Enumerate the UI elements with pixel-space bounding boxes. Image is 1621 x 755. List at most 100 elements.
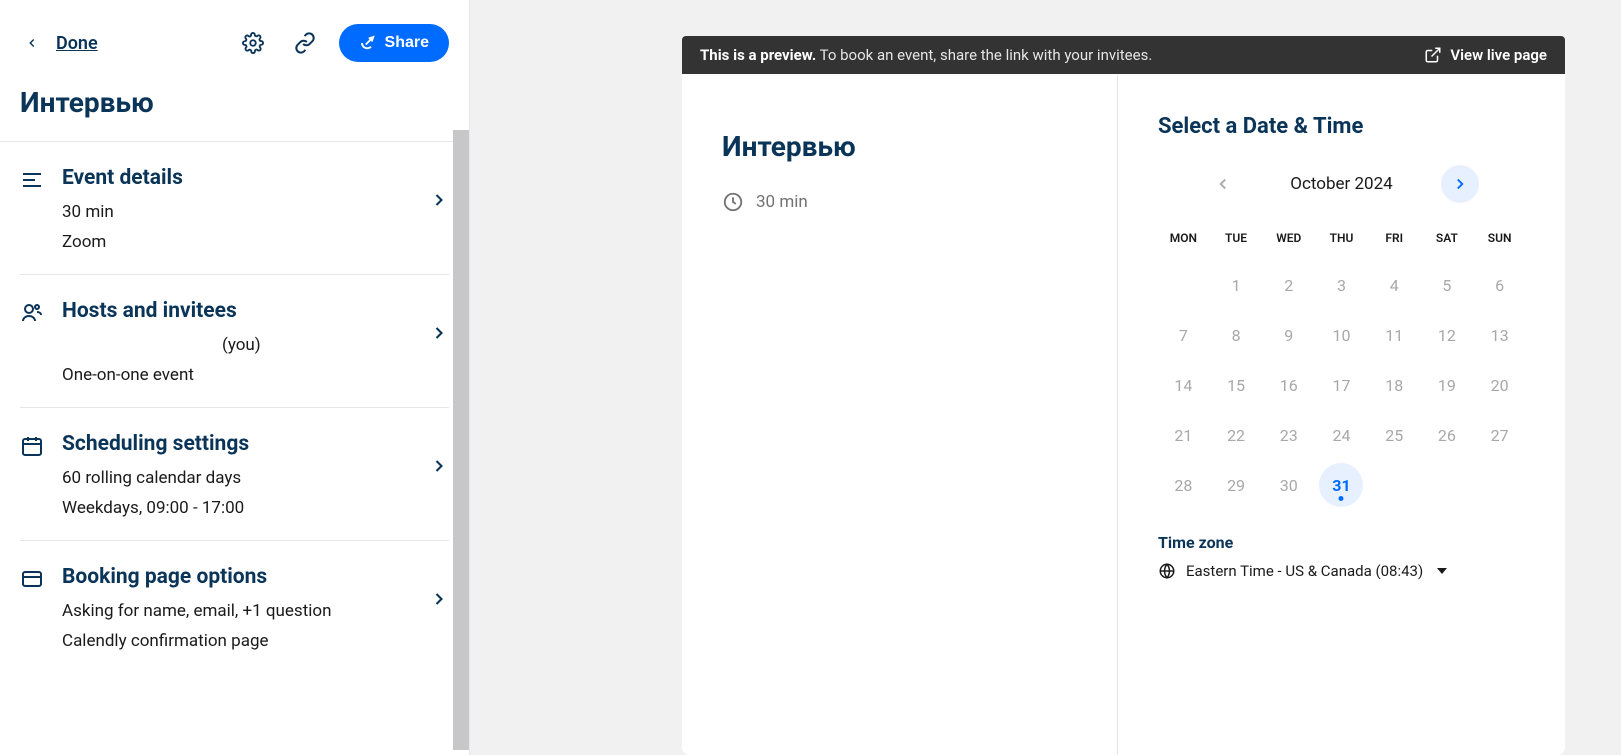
day-of-week: FRI [1369,223,1420,257]
view-live-link[interactable]: View live page [1424,46,1547,64]
calendar-day-disabled: 17 [1316,363,1367,407]
day-of-week: SAT [1422,223,1473,257]
scrollbar-thumb[interactable] [453,130,469,750]
section-title: Booking page options [62,565,449,589]
scheduling-hours: Weekdays, 09:00 - 17:00 [62,498,449,518]
event-title: Интервью [0,76,469,142]
prev-month-button[interactable] [1204,165,1242,203]
day-of-week: TUE [1211,223,1262,257]
share-label: Share [385,34,429,52]
timezone-block: Time zone Eastern Time - US & Canada (08… [1158,533,1525,580]
timezone-title: Time zone [1158,533,1525,552]
host-you: (you) [62,335,449,355]
section-title: Hosts and invitees [62,299,449,323]
calendar-day-disabled: 24 [1316,413,1367,457]
link-button[interactable] [287,25,323,61]
chevron-right-icon [429,190,449,214]
share-button[interactable]: Share [339,24,449,62]
section-title: Event details [62,166,449,190]
scheduling-range: 60 rolling calendar days [62,468,449,488]
calendar-day-disabled: 19 [1422,363,1473,407]
chevron-right-icon [429,589,449,613]
calendar-day-disabled: 4 [1369,263,1420,307]
globe-icon [1158,562,1176,580]
calendar-day-disabled: 21 [1158,413,1209,457]
calendar-day-disabled: 7 [1158,313,1209,357]
calendar-day-disabled: 3 [1316,263,1367,307]
calendar-day-disabled: 18 [1369,363,1420,407]
back-button[interactable] [20,31,44,55]
calendar-day-disabled: 10 [1316,313,1367,357]
preview-banner: This is a preview. To book an event, sha… [682,36,1565,74]
next-month-button[interactable] [1441,165,1479,203]
calendar-day-disabled: 22 [1211,413,1262,457]
calendar-day-disabled: 20 [1474,363,1525,407]
booking-event-title: Интервью [722,130,1077,163]
calendar-day-disabled: 25 [1369,413,1420,457]
detail-location: Zoom [62,232,449,252]
month-label: October 2024 [1290,174,1392,194]
host-type: One-on-one event [62,365,449,385]
card-icon [20,567,44,591]
calendar-day-disabled: 1 [1211,263,1262,307]
calendar-day-disabled: 29 [1211,463,1262,507]
calendar-day-disabled: 11 [1369,313,1420,357]
view-live-label: View live page [1450,46,1547,64]
settings-button[interactable] [235,25,271,61]
day-of-week: THU [1316,223,1367,257]
section-scheduling[interactable]: Scheduling settings 60 rolling calendar … [20,408,449,541]
detail-duration: 30 min [62,202,449,222]
calendar-grid: MONTUEWEDTHUFRISATSUN1234567891011121314… [1158,223,1525,507]
external-link-icon [1424,46,1442,64]
booking-duration: 30 min [722,191,1077,213]
calendar-day-disabled: 2 [1263,263,1314,307]
calendar-day-disabled: 14 [1158,363,1209,407]
day-of-week: WED [1263,223,1314,257]
section-event-details[interactable]: Event details 30 min Zoom [20,142,449,275]
preview-text: This is a preview. To book an event, sha… [700,46,1152,64]
calendar-day-disabled: 16 [1263,363,1314,407]
gear-icon [242,32,264,54]
timezone-selector[interactable]: Eastern Time - US & Canada (08:43) [1158,562,1525,580]
calendar-day-disabled: 23 [1263,413,1314,457]
done-link[interactable]: Done [56,33,98,54]
chevron-left-icon [1214,175,1232,193]
details-icon [20,168,44,192]
caret-down-icon [1437,568,1447,574]
calendar-day-available[interactable]: 31 [1319,463,1363,507]
calendar-day-disabled: 26 [1422,413,1473,457]
booking-confirmation: Calendly confirmation page [62,631,449,651]
sidebar-header: Done Share [0,0,469,76]
sections-list: Event details 30 min Zoom Hosts and invi… [0,142,469,755]
chevron-right-icon [1451,175,1469,193]
clock-icon [722,191,744,213]
calendar-day-disabled: 5 [1422,263,1473,307]
link-icon [294,32,316,54]
booking-card: Интервью 30 min Select a Date & Time Oct… [682,74,1565,755]
calendar-icon [20,434,44,458]
calendar-day-disabled: 6 [1474,263,1525,307]
section-title: Scheduling settings [62,432,449,456]
preview-area: This is a preview. To book an event, sha… [470,0,1621,755]
chevron-right-icon [429,323,449,347]
day-of-week: SUN [1474,223,1525,257]
chevron-right-icon [429,456,449,480]
day-of-week: MON [1158,223,1209,257]
calendar-day-disabled: 30 [1263,463,1314,507]
calendar-day-disabled: 12 [1422,313,1473,357]
calendar-day-disabled: 28 [1158,463,1209,507]
calendar-day-disabled: 9 [1263,313,1314,357]
month-navigation: October 2024 [1158,165,1525,203]
section-booking-page[interactable]: Booking page options Asking for name, em… [20,541,449,673]
calendar-panel: Select a Date & Time October 2024 MONTUE… [1118,74,1565,755]
select-date-title: Select a Date & Time [1158,114,1525,139]
timezone-value: Eastern Time - US & Canada (08:43) [1186,562,1423,580]
share-icon [359,34,377,52]
booking-asking: Asking for name, email, +1 question [62,601,449,621]
calendar-day-disabled: 27 [1474,413,1525,457]
hosts-icon [20,301,44,325]
calendar-day-disabled: 8 [1211,313,1262,357]
calendar-day-disabled: 15 [1211,363,1262,407]
section-hosts[interactable]: Hosts and invitees (you) One-on-one even… [20,275,449,408]
booking-summary: Интервью 30 min [682,74,1118,755]
